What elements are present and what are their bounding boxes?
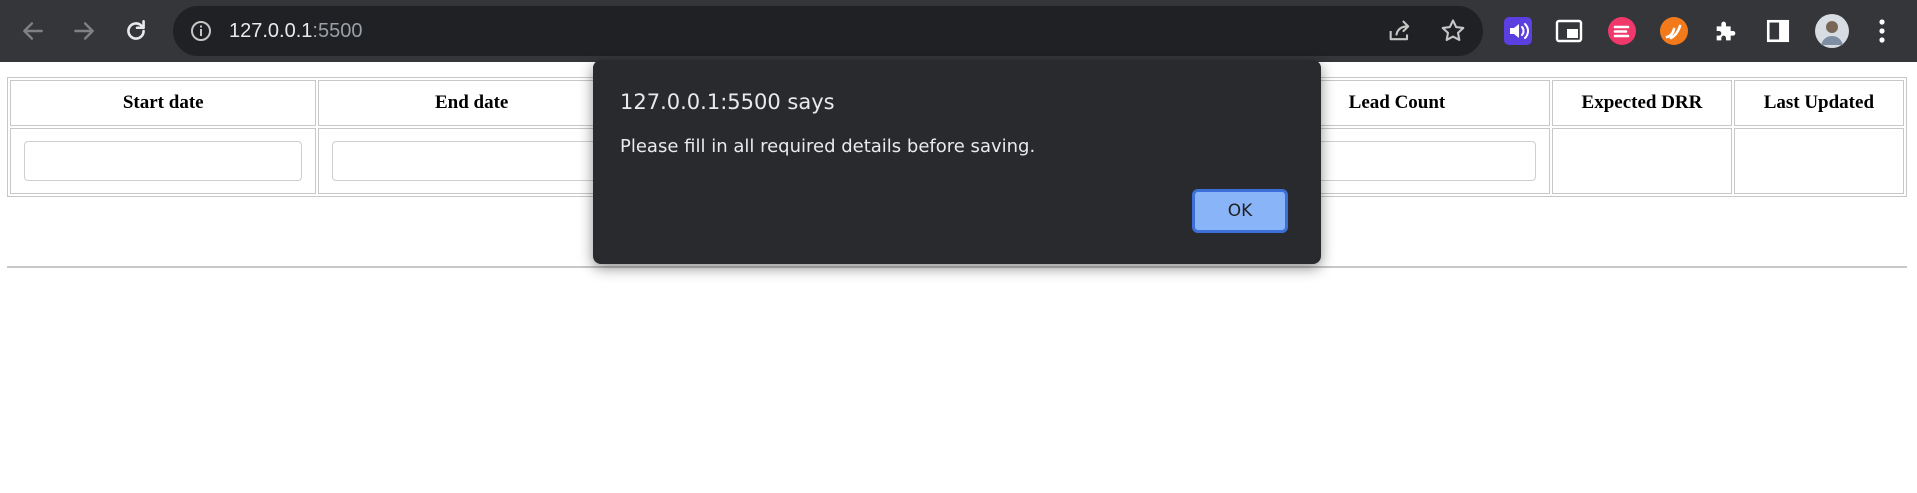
puzzle-icon bbox=[1716, 21, 1736, 41]
dialog-message: Please fill in all required details befo… bbox=[620, 136, 1036, 157]
picture-in-picture-icon bbox=[1555, 19, 1583, 43]
forward-button[interactable] bbox=[64, 11, 104, 51]
url-text[interactable]: 127.0.0.1:5500 bbox=[229, 6, 362, 56]
arrow-left-icon bbox=[23, 22, 43, 40]
picture-in-picture-button[interactable] bbox=[1553, 15, 1585, 47]
reload-button[interactable] bbox=[116, 11, 156, 51]
divider-line bbox=[7, 266, 1907, 268]
orange-extension-button[interactable] bbox=[1658, 15, 1690, 47]
url-port: :5500 bbox=[312, 20, 363, 42]
column-header-start-date: Start date bbox=[10, 80, 317, 126]
cell-start-date bbox=[10, 128, 317, 194]
browser-toolbar: 127.0.0.1:5500 bbox=[0, 0, 1917, 62]
orange-extension-icon bbox=[1660, 17, 1688, 45]
star-icon[interactable] bbox=[1439, 17, 1467, 45]
column-header-last-updated: Last Updated bbox=[1733, 80, 1904, 126]
alert-dialog: 127.0.0.1:5500 says Please fill in all r… bbox=[593, 60, 1321, 264]
share-icon[interactable] bbox=[1386, 17, 1414, 45]
read-aloud-extension-button[interactable] bbox=[1502, 15, 1534, 47]
side-panel-icon bbox=[1766, 19, 1790, 43]
dialog-title: 127.0.0.1:5500 says bbox=[620, 90, 835, 114]
back-button[interactable] bbox=[13, 11, 53, 51]
ok-button[interactable]: OK bbox=[1192, 189, 1288, 233]
side-panel-button[interactable] bbox=[1762, 15, 1794, 47]
avatar bbox=[1815, 14, 1849, 48]
cell-expected-drr bbox=[1552, 128, 1732, 194]
address-bar[interactable]: 127.0.0.1:5500 bbox=[173, 6, 1483, 56]
start-date-input[interactable] bbox=[24, 141, 303, 181]
extensions-button[interactable] bbox=[1710, 15, 1742, 47]
cell-end-date bbox=[318, 128, 625, 194]
pink-extension-icon bbox=[1608, 17, 1636, 45]
kebab-menu-icon bbox=[1879, 19, 1885, 43]
column-header-end-date: End date bbox=[318, 80, 625, 126]
url-host: 127.0.0.1 bbox=[229, 20, 313, 42]
end-date-input[interactable] bbox=[332, 141, 611, 181]
info-icon[interactable] bbox=[189, 19, 213, 43]
profile-button[interactable] bbox=[1814, 13, 1850, 49]
arrow-right-icon bbox=[74, 22, 94, 40]
pink-extension-button[interactable] bbox=[1606, 15, 1638, 47]
column-header-expected-drr: Expected DRR bbox=[1552, 80, 1732, 126]
reload-icon bbox=[127, 19, 145, 40]
read-aloud-extension-icon bbox=[1504, 17, 1532, 45]
cell-last-updated bbox=[1733, 128, 1904, 194]
menu-button[interactable] bbox=[1866, 15, 1898, 47]
